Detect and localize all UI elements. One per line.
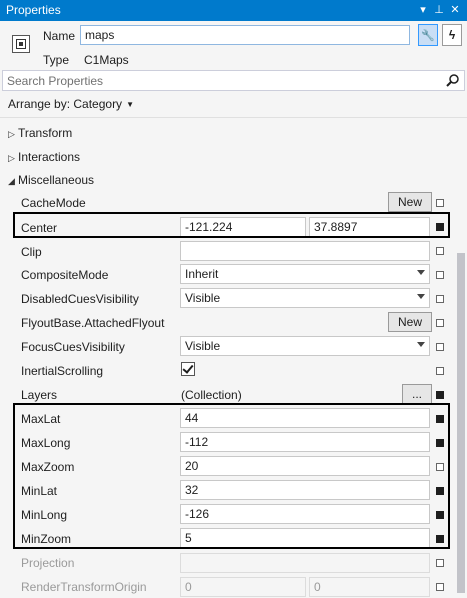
property-marker[interactable] [436,199,444,207]
arrange-by-dropdown[interactable]: Arrange by: Category ▼ [8,97,134,111]
pin-icon[interactable]: ⊥ [432,2,446,18]
dropdown-arrow-icon [417,342,425,347]
divider [0,117,467,118]
prop-label-focuscues: FocusCuesVisibility [21,340,125,354]
category-interactions[interactable]: ▷ Interactions [8,150,80,164]
prop-label-disabledcues: DisabledCuesVisibility [21,292,139,306]
property-marker[interactable] [436,559,444,567]
prop-label-cachemode: CacheMode [21,196,86,210]
select-value: Visible [185,339,221,353]
control-type-icon [12,35,30,53]
name-label: Name [43,29,76,43]
projection-input[interactable] [180,553,430,573]
wrench-icon: 🔧 [421,30,435,42]
caret-down-icon: ▼ [126,100,134,109]
type-value: C1Maps [84,53,129,67]
property-marker[interactable] [436,271,444,279]
highlight-center [13,212,450,238]
prop-label-compositemode: CompositeMode [21,268,109,282]
flyout-new-button[interactable]: New [388,312,432,332]
property-marker[interactable] [436,391,444,399]
scrollbar-thumb[interactable] [457,253,465,593]
focuscues-select[interactable]: Visible [180,336,430,356]
layers-value: (Collection) [181,388,242,402]
compositemode-select[interactable]: Inherit [180,264,430,284]
property-marker[interactable] [436,247,444,255]
disabledcues-select[interactable]: Visible [180,288,430,308]
expand-icon: ▷ [8,129,15,139]
arrange-by-label: Arrange by: Category [8,97,123,111]
events-view-button[interactable]: ϟ [442,24,462,46]
select-value: Visible [185,291,221,305]
search-icon[interactable] [445,72,462,89]
prop-label-rendertransformorigin: RenderTransformOrigin [21,580,147,594]
property-marker[interactable] [436,295,444,303]
name-input[interactable]: maps [80,25,410,45]
cachemode-new-button[interactable]: New [388,192,432,212]
property-marker[interactable] [436,367,444,375]
lightning-icon: ϟ [448,28,456,42]
prop-label-inertialscrolling: InertialScrolling [21,364,104,378]
collapse-icon: ◢ [8,176,15,186]
prop-label-projection: Projection [21,556,75,570]
layers-ellipsis-button[interactable]: ... [402,384,432,404]
renderorigin-x-input[interactable]: 0 [180,577,306,597]
category-label: Interactions [18,150,81,164]
renderorigin-y-input[interactable]: 0 [309,577,430,597]
category-label: Transform [18,126,73,140]
properties-titlebar: Properties ▾ ⊥ ✕ [0,0,467,21]
expand-icon: ▷ [8,153,15,163]
search-placeholder: Search Properties [7,74,104,88]
inertialscrolling-checkbox[interactable] [181,362,195,376]
dropdown-arrow-icon [417,270,425,275]
panel-title: Properties [6,3,61,17]
type-label: Type [43,53,70,67]
prop-label-flyout: FlyoutBase.AttachedFlyout [21,316,165,330]
select-value: Inherit [185,267,219,281]
clip-input[interactable] [180,241,430,261]
prop-label-layers: Layers [21,388,58,402]
category-label: Miscellaneous [18,173,95,187]
category-miscellaneous[interactable]: ◢ Miscellaneous [8,173,94,187]
dropdown-arrow-icon [417,294,425,299]
prop-label-clip: Clip [21,245,42,259]
property-marker[interactable] [436,583,444,591]
close-icon[interactable]: ✕ [448,2,462,18]
property-marker[interactable] [436,343,444,351]
search-properties-input[interactable]: Search Properties [2,70,465,91]
highlight-bounds-group [13,403,450,549]
window-menu-icon[interactable]: ▾ [416,2,430,18]
category-transform[interactable]: ▷ Transform [8,126,72,140]
property-marker[interactable] [436,319,444,327]
properties-view-button[interactable]: 🔧 [418,24,438,46]
vertical-scrollbar[interactable] [455,118,467,598]
